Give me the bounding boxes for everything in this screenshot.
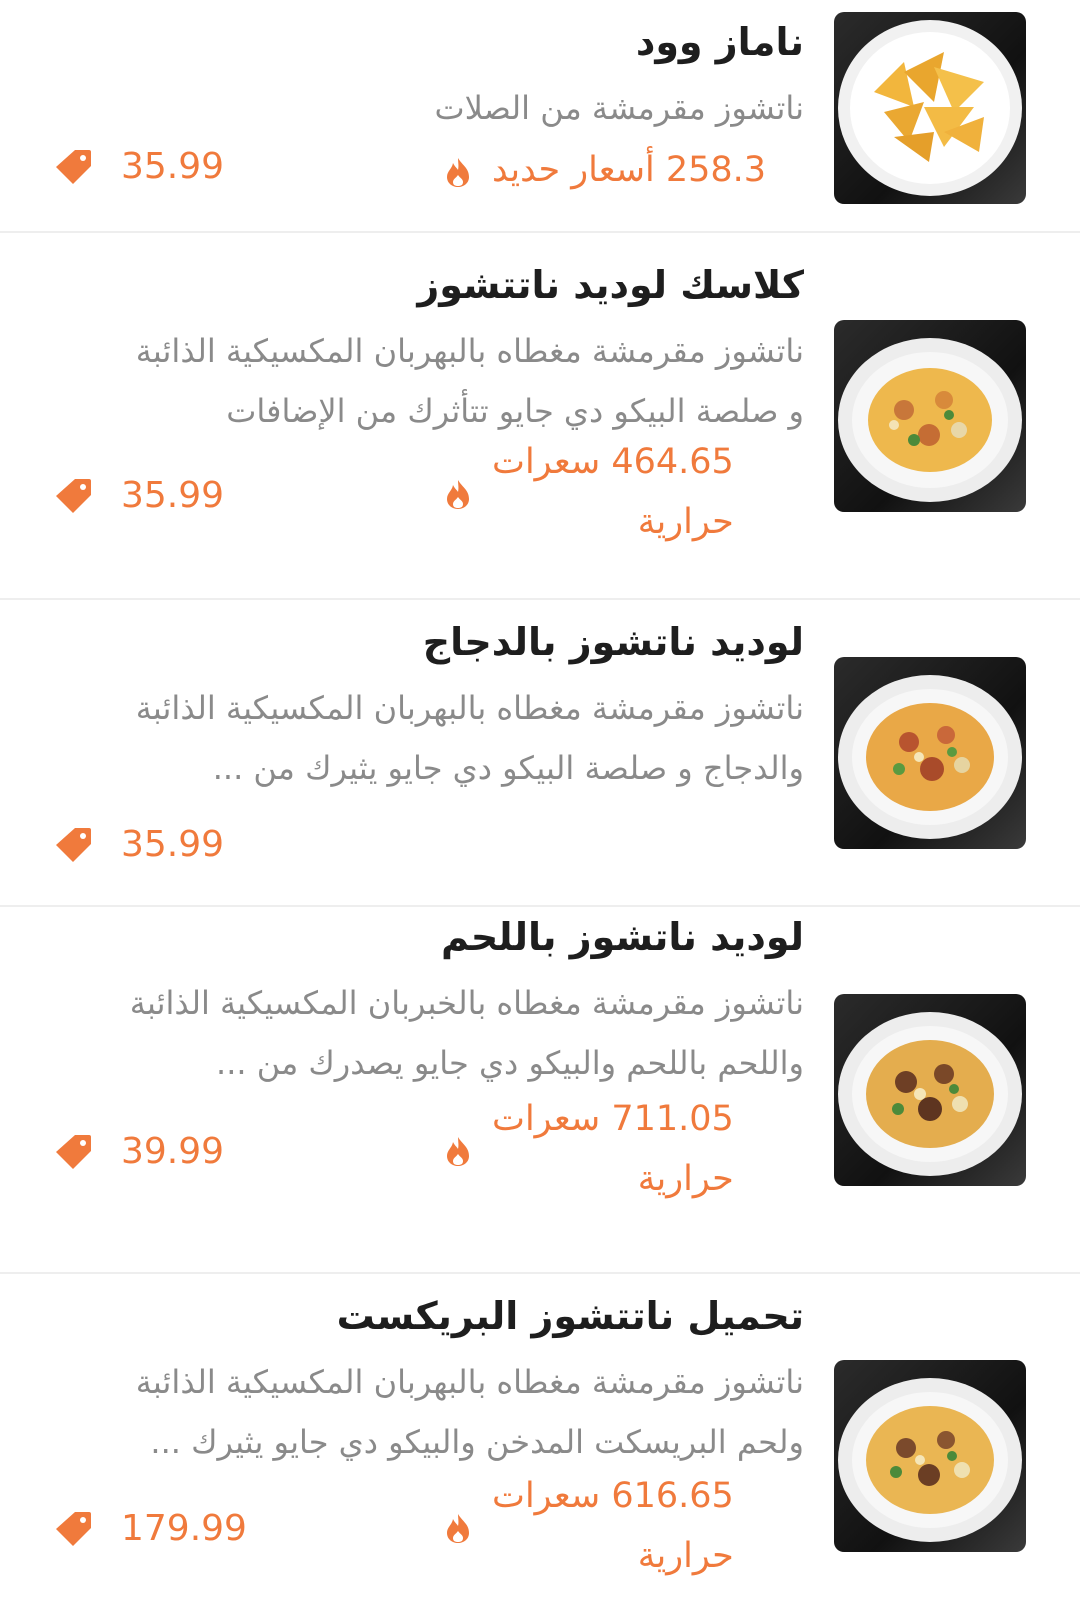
dish-image (834, 657, 1026, 849)
price: 35.99 (55, 822, 224, 866)
calories: 616.65 سعرات حرارية (444, 1466, 734, 1586)
dish-description: ناتشوز مقرمشة مغطاه بالبهربان المكسيكية … (135, 332, 804, 430)
menu-item[interactable]: تحميل ناتتشوز البريكست ناتشوز مقرمشة مغط… (0, 1274, 1080, 1618)
price-value: 39.99 (121, 1130, 225, 1172)
calories: 711.05 سعرات حرارية (444, 1089, 734, 1209)
dish-image (834, 994, 1026, 1186)
price-value: 179.99 (121, 1507, 247, 1549)
calories: 258.3 أسعار حديد (444, 140, 766, 200)
menu-item[interactable]: لوديد ناتشوز بالدجاج ناتشوز مقرمشة مغطاه… (0, 600, 1080, 907)
menu-item[interactable]: كلاسك لوديد ناتتشوز ناتشوز مقرمشة مغطاه … (0, 233, 1080, 600)
dish-description: ناتشوز مقرمشة من الصلات (434, 89, 804, 127)
price-tag-icon (56, 828, 91, 862)
flame-icon (447, 1514, 469, 1543)
menu-item[interactable]: ناماز وود ناتشوز مقرمشة من الصلات 258.3 … (0, 0, 1080, 233)
dish-title: كلاسك لوديد ناتتشوز (417, 263, 804, 307)
dish-title: لوديد ناتشوز بالدجاج (422, 620, 804, 664)
menu-item-list: ناماز وود ناتشوز مقرمشة من الصلات 258.3 … (0, 0, 1080, 1618)
price: 39.99 (55, 1129, 224, 1173)
dish-title: تحميل ناتتشوز البريكست (336, 1294, 804, 1338)
price-tag-icon (56, 479, 91, 513)
flame-icon (447, 1137, 469, 1166)
dish-image (834, 320, 1026, 512)
price-value: 35.99 (121, 474, 225, 516)
dish-description: ناتشوز مقرمشة مغطاه بالخبربان المكسيكية … (129, 984, 804, 1082)
price-tag-icon (56, 1135, 91, 1169)
calories-text: 616.65 سعرات حرارية (492, 1476, 734, 1576)
calories-text: 464.65 سعرات حرارية (492, 442, 734, 542)
calories-text: 711.05 سعرات حرارية (492, 1099, 734, 1199)
price: 179.99 (55, 1506, 247, 1550)
price-tag-icon (56, 150, 91, 184)
price: 35.99 (55, 144, 224, 188)
calories: 464.65 سعرات حرارية (444, 432, 734, 552)
price-value: 35.99 (121, 145, 225, 187)
flame-icon (447, 480, 469, 509)
flame-icon (447, 158, 469, 187)
menu-item[interactable]: لوديد ناتشوز باللحم ناتشوز مقرمشة مغطاه … (0, 907, 1080, 1274)
price-value: 35.99 (121, 823, 225, 865)
price-tag-icon (56, 1512, 91, 1546)
dish-image (834, 1360, 1026, 1552)
calories-text: 258.3 أسعار حديد (492, 150, 767, 190)
dish-image (834, 12, 1026, 204)
dish-description: ناتشوز مقرمشة مغطاه بالبهربان المكسيكية … (135, 689, 804, 787)
price: 35.99 (55, 473, 224, 517)
dish-title: لوديد ناتشوز باللحم (441, 915, 804, 959)
dish-title: ناماز وود (635, 20, 804, 64)
dish-description: ناتشوز مقرمشة مغطاه بالبهربان المكسيكية … (135, 1363, 804, 1461)
